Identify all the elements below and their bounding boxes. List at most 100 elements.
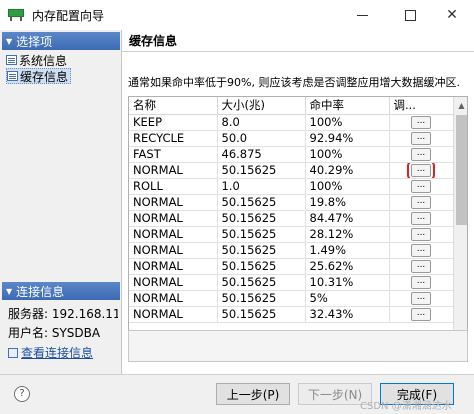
cell-adjust: ... <box>389 290 454 307</box>
sidebar: ▼ 选择项 系统信息 缓存信息 ▼ 连接信息 服务器: 192.168.114.… <box>0 30 122 374</box>
close-button[interactable]: ✕ <box>430 0 474 30</box>
table-row[interactable]: RECYCLE 50.0 92.94%... <box>129 130 454 147</box>
cell-size: 50.0 <box>217 130 306 147</box>
cell-adjust: ... <box>389 146 454 163</box>
watermark: CSDN @潇湘涵达水 <box>360 401 452 412</box>
message-area <box>128 330 468 362</box>
adjust-button[interactable]: ... <box>411 148 431 161</box>
table-row[interactable]: NORMAL 50.15625 25.62%... <box>129 258 454 275</box>
maximize-button[interactable] <box>388 0 432 30</box>
hint-text: 通常如果命中率低于90%, 则应该考虑是否调整应用增大数据缓冲区. <box>128 76 460 89</box>
cell-size: 50.15625 <box>217 162 306 179</box>
minimize-button[interactable] <box>340 0 384 30</box>
memory-chip-icon <box>8 9 24 21</box>
cell-name: NORMAL <box>129 210 218 227</box>
cell-name: NORMAL <box>129 194 218 211</box>
sidebar-item-system-info[interactable]: 系统信息 <box>6 52 67 68</box>
cell-name: NORMAL <box>129 258 218 275</box>
title-bar: 内存配置向导 ✕ <box>0 0 474 30</box>
cell-adjust: ... <box>389 210 454 227</box>
table-row[interactable]: NORMAL 50.15625 5%... <box>129 290 454 307</box>
cell-size: 50.15625 <box>217 210 306 227</box>
table-row[interactable]: NORMAL 50.15625 84.47%... <box>129 210 454 227</box>
table-row[interactable]: KEEP 8.0 100%... <box>129 114 454 131</box>
adjust-button[interactable]: ... <box>411 228 431 241</box>
cell-adjust: ... <box>389 274 454 291</box>
user-name: 用户名: SYSDBA <box>8 326 101 340</box>
table-row[interactable]: FAST 46.875 100%... <box>129 146 454 163</box>
connection-panel-title: 连接信息 <box>16 284 65 299</box>
cell-name: FAST <box>129 146 218 163</box>
cell-name: NORMAL <box>129 306 218 323</box>
cell-name: NORMAL <box>129 290 218 307</box>
options-panel-title: 选择项 <box>16 34 53 49</box>
main-panel: 缓存信息 通常如果命中率低于90%, 则应该考虑是否调整应用增大数据缓冲区. 名… <box>122 30 474 374</box>
adjust-button[interactable]: ... <box>411 244 431 257</box>
options-panel-header[interactable]: ▼ 选择项 <box>2 32 120 50</box>
cell-size: 50.15625 <box>217 194 306 211</box>
cell-hit-rate: 25.62% <box>305 258 390 275</box>
cell-name: NORMAL <box>129 274 218 291</box>
column-header-size[interactable]: 大小(兆) <box>217 97 306 115</box>
collapse-icon: ▼ <box>6 36 13 46</box>
cell-hit-rate: 10.31% <box>305 274 390 291</box>
adjust-button[interactable]: ... <box>411 196 431 209</box>
cell-adjust: ... <box>389 178 454 195</box>
cell-name: ROLL <box>129 178 218 195</box>
vertical-scrollbar[interactable]: ▲ ▼ <box>453 97 467 357</box>
table-row[interactable]: NORMAL 50.15625 1.49%... <box>129 242 454 259</box>
sidebar-item-cache-info[interactable]: 缓存信息 <box>6 68 72 84</box>
column-header-name[interactable]: 名称 <box>129 97 218 115</box>
sidebar-item-label: 缓存信息 <box>20 69 69 84</box>
table-row[interactable]: NORMAL 50.15625 40.29%... <box>129 162 454 179</box>
adjust-button[interactable]: ... <box>411 276 431 289</box>
table-header-row: 名称 大小(兆) 命中率 调... <box>129 97 454 115</box>
cell-adjust: ... <box>389 130 454 147</box>
cell-size: 1.0 <box>217 178 306 195</box>
cell-adjust: ... <box>389 162 454 179</box>
adjust-button[interactable]: ... <box>411 132 431 145</box>
window-title: 内存配置向导 <box>32 8 105 23</box>
document-icon <box>6 55 17 65</box>
cell-name: NORMAL <box>129 162 218 179</box>
scrollbar-thumb[interactable] <box>456 115 467 225</box>
connection-panel-header[interactable]: ▼ 连接信息 <box>2 282 120 300</box>
cell-hit-rate: 100% <box>305 178 390 195</box>
sidebar-item-label: 系统信息 <box>19 53 68 68</box>
cell-name: NORMAL <box>129 242 218 259</box>
cache-grid: 名称 大小(兆) 命中率 调... KEEP 8.0 100%... RECYCLE 5… <box>129 97 454 323</box>
adjust-button[interactable]: ... <box>407 162 435 177</box>
table-row[interactable]: NORMAL 50.15625 28.12%... <box>129 226 454 243</box>
cell-hit-rate: 28.12% <box>305 226 390 243</box>
cell-adjust: ... <box>389 258 454 275</box>
adjust-button[interactable]: ... <box>411 180 431 193</box>
adjust-button[interactable]: ... <box>411 260 431 273</box>
cell-hit-rate: 40.29% <box>305 162 390 179</box>
help-icon[interactable]: ? <box>14 386 30 402</box>
table-row[interactable]: NORMAL 50.15625 32.43%... <box>129 306 454 323</box>
adjust-button[interactable]: ... <box>411 212 431 225</box>
cell-size: 50.15625 <box>217 274 306 291</box>
scroll-up-icon[interactable]: ▲ <box>454 97 467 113</box>
server-address: 服务器: 192.168.114.1 <box>8 307 118 321</box>
prev-button[interactable]: 上一步(P) <box>216 383 290 405</box>
cell-hit-rate: 92.94% <box>305 130 390 147</box>
section-title: 缓存信息 <box>122 30 474 52</box>
table-row[interactable]: NORMAL 50.15625 10.31%... <box>129 274 454 291</box>
table-row[interactable]: NORMAL 50.15625 19.8%... <box>129 194 454 211</box>
adjust-button[interactable]: ... <box>411 308 431 321</box>
cell-size: 8.0 <box>217 114 306 131</box>
column-header-adjust[interactable]: 调... <box>389 97 454 115</box>
adjust-button[interactable]: ... <box>411 116 431 129</box>
view-connection-link[interactable]: 查看连接信息 <box>8 344 118 361</box>
cell-hit-rate: 19.8% <box>305 194 390 211</box>
minimize-icon <box>356 14 368 16</box>
table-row[interactable]: ROLL 1.0 100%... <box>129 178 454 195</box>
cell-size: 50.15625 <box>217 242 306 259</box>
maximize-icon <box>404 9 416 21</box>
cell-hit-rate: 100% <box>305 146 390 163</box>
column-header-hit-rate[interactable]: 命中率 <box>305 97 390 115</box>
view-connection-link-label[interactable]: 查看连接信息 <box>21 346 93 360</box>
cell-size: 50.15625 <box>217 290 306 307</box>
adjust-button[interactable]: ... <box>411 292 431 305</box>
